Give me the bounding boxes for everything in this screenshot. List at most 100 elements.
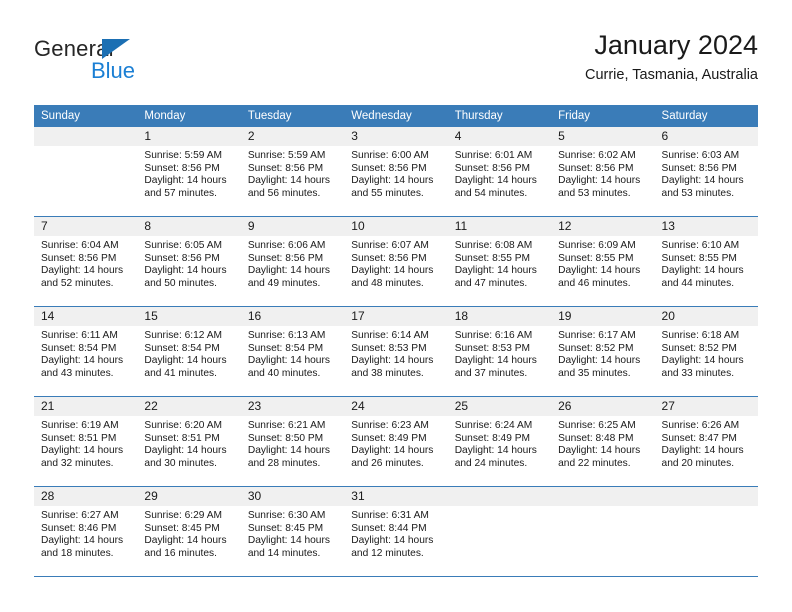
sunset-time: Sunset: 8:47 PM [661,432,737,444]
sunset-time: Sunset: 8:52 PM [661,342,737,354]
daylight-duration-line2: and 56 minutes. [247,187,321,199]
sunset-time: Sunset: 8:55 PM [454,252,531,264]
calendar-day-cell[interactable]: 31 Sunrise: 6:31 AM Sunset: 8:44 PM Dayligh… [344,486,448,577]
calendar-day-cell[interactable]: 14 Sunrise: 6:11 AM Sunset: 8:54 PM Dayligh… [34,306,138,397]
calendar-day-cell[interactable]: 12 Sunrise: 6:09 AM Sunset: 8:55 PM Dayligh… [551,216,655,307]
day-sun-info: Sunrise: 6:27 AM Sunset: 8:46 PM Daylight:… [34,506,137,560]
day-number: 11 [447,217,552,236]
sunset-time: Sunset: 8:56 PM [661,162,737,174]
daylight-duration-line2: and 20 minutes. [661,457,735,469]
daylight-duration-line1: Daylight: 14 hours [558,355,641,367]
daylight-duration-line1: Daylight: 14 hours [41,445,124,457]
calendar-day-cell[interactable]: 25 Sunrise: 6:24 AM Sunset: 8:49 PM Dayligh… [447,396,552,487]
day-sun-info: Sunrise: 6:29 AM Sunset: 8:45 PM Daylight:… [137,506,240,560]
calendar-day-cell[interactable]: 10 Sunrise: 6:07 AM Sunset: 8:56 PM Dayligh… [344,216,448,307]
weekday-header-wednesday: Wednesday [344,105,448,127]
weekday-header-sunday: Sunday [34,105,138,127]
sunset-time: Sunset: 8:49 PM [351,432,427,444]
daylight-duration-line1: Daylight: 14 hours [351,265,434,277]
day-number [447,487,552,506]
daylight-duration-line1: Daylight: 14 hours [144,445,227,457]
calendar-day-cell[interactable]: 6 Sunrise: 6:03 AM Sunset: 8:56 PM Daylight… [654,127,758,217]
sunset-time: Sunset: 8:45 PM [247,522,324,534]
day-number: 22 [137,397,241,416]
calendar-day-cell[interactable]: 2 Sunrise: 5:59 AM Sunset: 8:56 PM Daylight… [240,127,345,217]
calendar-day-cell[interactable]: 8 Sunrise: 6:05 AM Sunset: 8:56 PM Daylight… [137,216,241,307]
sunset-time: Sunset: 8:48 PM [558,432,634,444]
day-number: 14 [34,307,138,326]
calendar-day-cell[interactable]: 30 Sunrise: 6:30 AM Sunset: 8:45 PM Dayligh… [240,486,345,577]
sunrise-time: Sunrise: 6:06 AM [247,240,326,251]
calendar-day-cell[interactable]: 9 Sunrise: 6:06 AM Sunset: 8:56 PM Daylight… [240,216,345,307]
calendar-day-cell[interactable]: 20 Sunrise: 6:18 AM Sunset: 8:52 PM Dayligh… [654,306,758,397]
calendar-day-cell[interactable]: 21 Sunrise: 6:19 AM Sunset: 8:51 PM Dayligh… [34,396,138,487]
daylight-duration-line1: Daylight: 14 hours [661,265,744,277]
calendar-day-cell[interactable]: 18 Sunrise: 6:16 AM Sunset: 8:53 PM Dayligh… [447,306,552,397]
day-number: 2 [240,127,345,146]
sunrise-time: Sunrise: 6:10 AM [661,240,740,251]
calendar-day-cell[interactable]: 23 Sunrise: 6:21 AM Sunset: 8:50 PM Dayligh… [240,396,345,487]
sunrise-time: Sunrise: 6:04 AM [41,240,119,251]
sunset-time: Sunset: 8:56 PM [351,252,427,264]
sunrise-time: Sunrise: 6:02 AM [558,150,636,161]
day-sun-info: Sunrise: 6:10 AM Sunset: 8:55 PM Daylight:… [655,236,758,290]
day-number: 1 [137,127,241,146]
day-sun-info: Sunrise: 6:12 AM Sunset: 8:54 PM Daylight:… [137,326,240,380]
sunset-time: Sunset: 8:46 PM [41,522,117,534]
sunset-time: Sunset: 8:52 PM [558,342,634,354]
daylight-duration-line2: and 12 minutes. [351,547,424,559]
calendar-day-cell[interactable]: 11 Sunrise: 6:08 AM Sunset: 8:55 PM Dayligh… [447,216,552,307]
calendar-day-cell[interactable]: 19 Sunrise: 6:17 AM Sunset: 8:52 PM Dayligh… [551,306,655,397]
day-sun-info: Sunrise: 6:00 AM Sunset: 8:56 PM Daylight:… [344,146,447,200]
sunrise-time: Sunrise: 6:09 AM [558,240,636,251]
daylight-duration-line1: Daylight: 14 hours [351,445,434,457]
daylight-duration-line2: and 43 minutes. [41,367,114,379]
day-sun-info: Sunrise: 6:07 AM Sunset: 8:56 PM Daylight:… [344,236,447,290]
calendar-day-cell[interactable]: 16 Sunrise: 6:13 AM Sunset: 8:54 PM Dayligh… [240,306,345,397]
day-number: 30 [240,487,345,506]
calendar-day-cell[interactable]: 1 Sunrise: 5:59 AM Sunset: 8:56 PM Daylight… [137,127,241,217]
daylight-duration-line1: Daylight: 14 hours [41,265,124,277]
calendar-day-cell[interactable]: 27 Sunrise: 6:26 AM Sunset: 8:47 PM Dayligh… [654,396,758,487]
daylight-duration-line1: Daylight: 14 hours [247,535,330,547]
daylight-duration-line2: and 37 minutes. [454,367,528,379]
sunrise-time: Sunrise: 6:01 AM [454,150,533,161]
daylight-duration-line1: Daylight: 14 hours [351,355,434,367]
calendar-day-cell[interactable]: 28 Sunrise: 6:27 AM Sunset: 8:46 PM Dayligh… [34,486,138,577]
day-sun-info: Sunrise: 6:03 AM Sunset: 8:56 PM Daylight:… [655,146,758,200]
daylight-duration-line2: and 24 minutes. [454,457,528,469]
calendar-day-cell[interactable]: 26 Sunrise: 6:25 AM Sunset: 8:48 PM Dayligh… [551,396,655,487]
calendar-day-cell[interactable]: 13 Sunrise: 6:10 AM Sunset: 8:55 PM Dayligh… [654,216,758,307]
calendar-day-cell[interactable]: 4 Sunrise: 6:01 AM Sunset: 8:56 PM Daylight… [447,127,552,217]
day-number: 12 [551,217,655,236]
day-sun-info: Sunrise: 6:17 AM Sunset: 8:52 PM Daylight:… [551,326,654,380]
sunrise-time: Sunrise: 5:59 AM [247,150,326,161]
calendar-day-cell[interactable]: 29 Sunrise: 6:29 AM Sunset: 8:45 PM Dayligh… [137,486,241,577]
calendar-day-cell[interactable]: 3 Sunrise: 6:00 AM Sunset: 8:56 PM Daylight… [344,127,448,217]
daylight-duration-line2: and 33 minutes. [661,367,735,379]
day-sun-info: Sunrise: 6:30 AM Sunset: 8:45 PM Daylight:… [241,506,344,560]
page-title: January 2024 [594,30,758,60]
sunrise-time: Sunrise: 6:13 AM [247,330,326,341]
calendar-day-cell[interactable]: 5 Sunrise: 6:02 AM Sunset: 8:56 PM Daylight… [551,127,655,217]
daylight-duration-line2: and 55 minutes. [351,187,424,199]
day-sun-info: Sunrise: 6:25 AM Sunset: 8:48 PM Daylight:… [551,416,654,470]
day-number: 21 [34,397,138,416]
sunset-time: Sunset: 8:50 PM [247,432,324,444]
calendar-day-cell[interactable]: 15 Sunrise: 6:12 AM Sunset: 8:54 PM Dayligh… [137,306,241,397]
weekday-header-row: Sunday Monday Tuesday Wednesday Thursday… [34,105,758,127]
daylight-duration-line2: and 38 minutes. [351,367,424,379]
sunset-time: Sunset: 8:56 PM [144,162,220,174]
daylight-duration-line1: Daylight: 14 hours [454,445,537,457]
daylight-duration-line1: Daylight: 14 hours [454,355,537,367]
calendar-day-cell[interactable]: 24 Sunrise: 6:23 AM Sunset: 8:49 PM Dayligh… [344,396,448,487]
day-sun-info: Sunrise: 6:31 AM Sunset: 8:44 PM Daylight:… [344,506,447,560]
calendar-day-cell[interactable]: 7 Sunrise: 6:04 AM Sunset: 8:56 PM Daylight… [34,216,138,307]
daylight-duration-line1: Daylight: 14 hours [247,175,330,187]
calendar-day-cell[interactable]: 22 Sunrise: 6:20 AM Sunset: 8:51 PM Dayligh… [137,396,241,487]
daylight-duration-line2: and 54 minutes. [454,187,528,199]
calendar-day-cell[interactable]: 17 Sunrise: 6:14 AM Sunset: 8:53 PM Dayligh… [344,306,448,397]
day-number: 5 [551,127,655,146]
day-number: 29 [137,487,241,506]
day-sun-info: Sunrise: 6:23 AM Sunset: 8:49 PM Daylight:… [344,416,447,470]
